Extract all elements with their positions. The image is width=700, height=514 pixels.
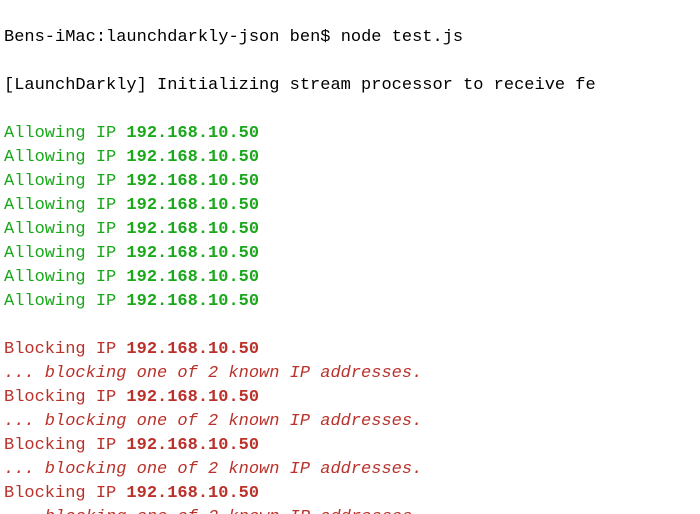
allow-prefix: Allowing IP [4,148,126,167]
allow-ip: 192.168.10.50 [126,244,259,263]
allow-line: Allowing IP 192.168.10.50 [4,290,696,314]
allow-prefix: Allowing IP [4,292,126,311]
allow-line: Allowing IP 192.168.10.50 [4,170,696,194]
terminal-output: Bens-iMac:launchdarkly-json ben$ node te… [0,0,700,514]
allow-prefix: Allowing IP [4,196,126,215]
allow-prefix: Allowing IP [4,124,126,143]
allow-prefix: Allowing IP [4,268,126,287]
block-prefix: Blocking IP [4,388,126,407]
prompt-host: Bens-iMac [4,28,96,47]
command-text: node test.js [341,28,463,47]
block-ip: 192.168.10.50 [126,484,259,503]
allow-line: Allowing IP 192.168.10.50 [4,218,696,242]
allow-prefix: Allowing IP [4,172,126,191]
allow-prefix: Allowing IP [4,220,126,239]
block-detail-line: ... blocking one of 2 known IP addresses… [4,362,696,386]
allow-ip: 192.168.10.50 [126,268,259,287]
allow-ip: 192.168.10.50 [126,292,259,311]
allow-ip: 192.168.10.50 [126,148,259,167]
init-line: [LaunchDarkly] Initializing stream proce… [4,74,696,98]
allow-line: Allowing IP 192.168.10.50 [4,122,696,146]
block-detail-line: ... blocking one of 2 known IP addresses… [4,410,696,434]
allow-prefix: Allowing IP [4,244,126,263]
allow-ip: 192.168.10.50 [126,220,259,239]
block-ip: 192.168.10.50 [126,340,259,359]
prompt-line[interactable]: Bens-iMac:launchdarkly-json ben$ node te… [4,26,696,50]
block-prefix: Blocking IP [4,484,126,503]
block-prefix: Blocking IP [4,436,126,455]
allow-ip: 192.168.10.50 [126,196,259,215]
block-line: Blocking IP 192.168.10.50 [4,482,696,506]
block-line: Blocking IP 192.168.10.50 [4,338,696,362]
allow-line: Allowing IP 192.168.10.50 [4,194,696,218]
block-line: Blocking IP 192.168.10.50 [4,386,696,410]
allow-line: Allowing IP 192.168.10.50 [4,146,696,170]
block-ip: 192.168.10.50 [126,436,259,455]
allow-line: Allowing IP 192.168.10.50 [4,266,696,290]
block-detail-line: ... blocking one of 2 known IP addresses… [4,506,696,514]
prompt-user: ben [290,28,321,47]
block-prefix: Blocking IP [4,340,126,359]
block-detail-line: ... blocking one of 2 known IP addresses… [4,458,696,482]
block-ip: 192.168.10.50 [126,388,259,407]
prompt-path: launchdarkly-json [106,28,279,47]
allow-line: Allowing IP 192.168.10.50 [4,242,696,266]
block-line: Blocking IP 192.168.10.50 [4,434,696,458]
allow-ip: 192.168.10.50 [126,172,259,191]
allow-ip: 192.168.10.50 [126,124,259,143]
